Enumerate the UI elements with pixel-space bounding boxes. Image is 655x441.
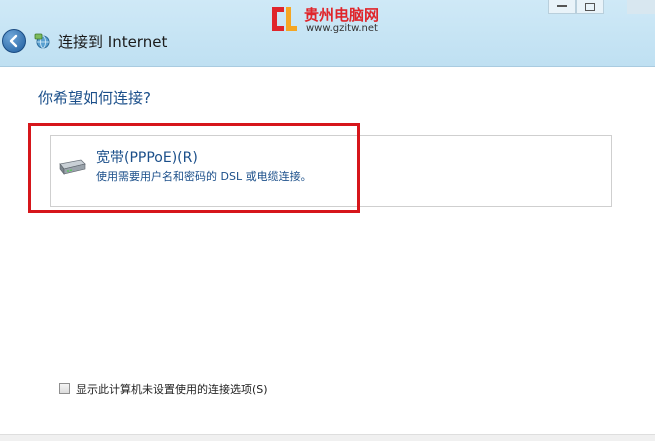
back-button[interactable] — [2, 29, 26, 53]
minimize-button[interactable] — [548, 0, 576, 14]
close-button[interactable] — [627, 0, 655, 14]
window-title: 连接到 Internet — [58, 33, 168, 51]
watermark-site-name: 贵州电脑网 — [304, 6, 380, 24]
maximize-button[interactable] — [576, 0, 604, 14]
network-globe-icon — [34, 33, 50, 49]
watermark-logo-icon — [272, 7, 297, 31]
watermark-url: www.gzitw.net — [306, 23, 378, 34]
back-arrow-icon — [9, 34, 18, 48]
red-highlight-annotation — [28, 123, 360, 213]
show-unconfigured-options-checkbox[interactable] — [59, 383, 70, 394]
page-heading: 你希望如何连接? — [38, 89, 151, 107]
show-unconfigured-options-label[interactable]: 显示此计算机未设置使用的连接选项(S) — [76, 381, 268, 397]
